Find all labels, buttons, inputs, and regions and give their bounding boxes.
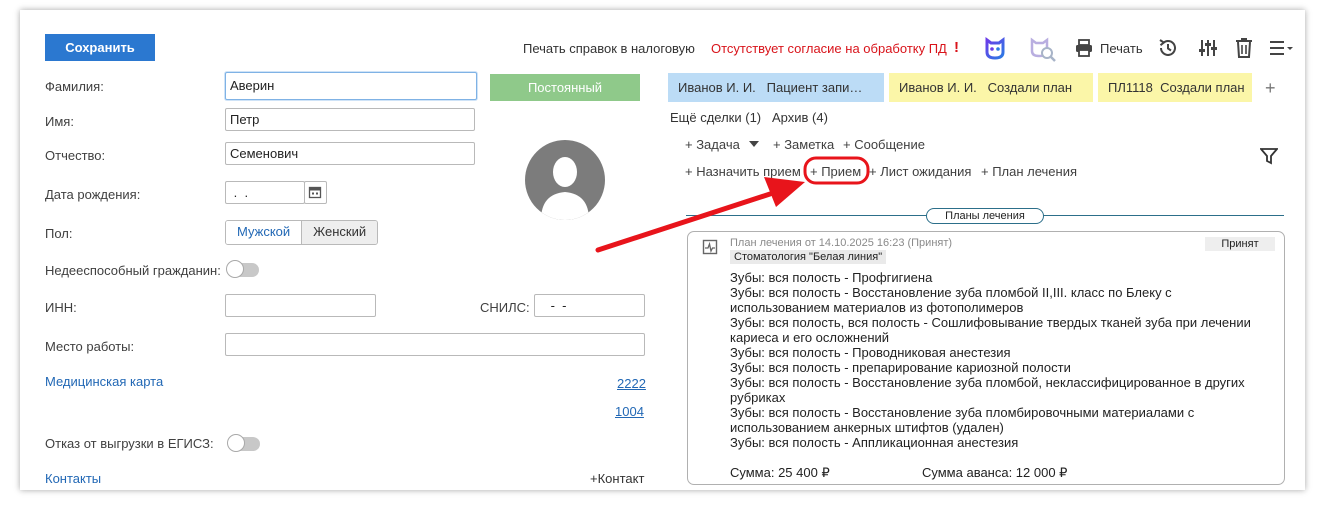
patient-card-window: Сохранить Печать справок в налоговую Отс… [20,10,1305,490]
annotation-overlay [595,156,870,253]
annotation-arrow-head [764,177,805,207]
annotation-arrow-shaft [595,191,773,253]
highlight-ellipse [803,156,870,185]
